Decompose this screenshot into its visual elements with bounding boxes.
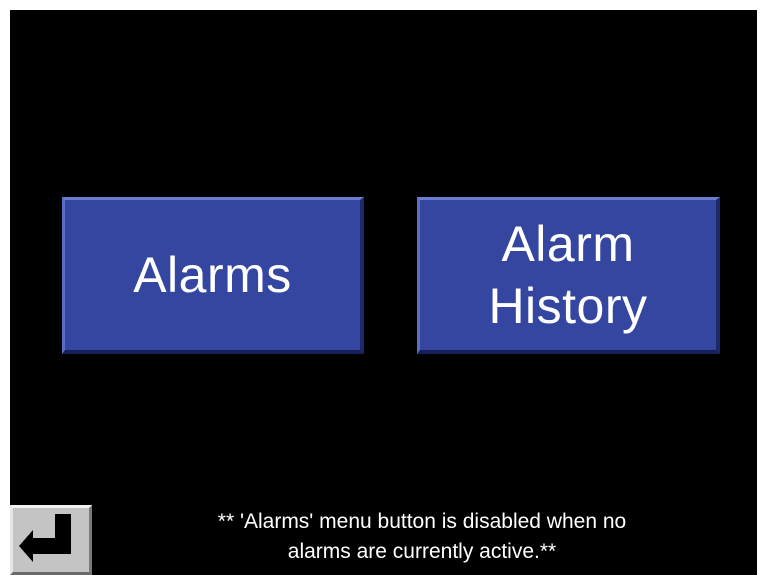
back-button[interactable] — [10, 505, 92, 575]
alarm-history-button-label: Alarm History — [488, 216, 648, 334]
alarms-button-label: Alarms — [133, 247, 292, 303]
disabled-note-line-2: alarms are currently active.** — [287, 540, 557, 563]
alarms-button[interactable]: Alarms — [62, 197, 364, 354]
alarm-history-button[interactable]: Alarm History — [417, 197, 720, 354]
alarm-menu-screen: Alarms Alarm History ** 'Alarms' menu bu… — [10, 10, 757, 575]
disabled-note: ** 'Alarms' menu button is disabled when… — [122, 507, 722, 567]
disabled-note-line-1: ** 'Alarms' menu button is disabled when… — [217, 510, 627, 533]
